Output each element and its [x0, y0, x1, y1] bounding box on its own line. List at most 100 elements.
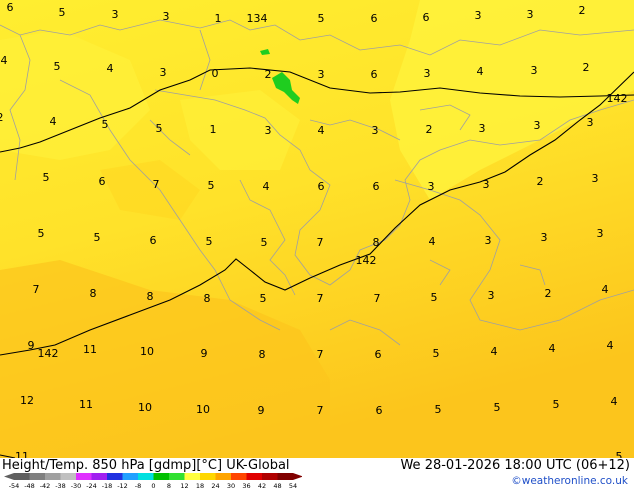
temperature-label: 4 — [318, 124, 325, 137]
temperature-label: 5 — [553, 398, 560, 411]
temperature-label: 6 — [423, 11, 430, 24]
temperature-label: 4 — [50, 115, 57, 128]
weather-map: 6533156633245430236343224551343233356754… — [0, 0, 634, 463]
temperature-label: 9 — [28, 339, 35, 352]
scale-tick-label: 30 — [227, 482, 235, 490]
scale-swatch — [14, 473, 30, 480]
temperature-label: 7 — [317, 236, 324, 249]
temperature-label: 8 — [147, 290, 154, 303]
temperature-label: 8 — [90, 287, 97, 300]
temperature-label: 5 — [260, 292, 267, 305]
temperature-label: 4 — [607, 339, 614, 352]
temperature-label: 3 — [372, 124, 379, 137]
temperature-label: 3 — [527, 8, 534, 21]
temperature-label: 9 — [201, 347, 208, 360]
temperature-label: 4 — [1, 54, 8, 67]
temperature-label: 11 — [15, 450, 29, 458]
temperature-label: 3 — [534, 119, 541, 132]
scale-tick-label: 24 — [211, 482, 219, 490]
temperature-label: 3 — [112, 8, 119, 21]
color-scale-legend: -54 -48 -42 -38 -30 -24 -18 -12 -8 0 8 12 18 24 30 36 42… — [4, 473, 302, 490]
temperature-label: 5 — [43, 171, 50, 184]
temperature-label: 8 — [373, 236, 380, 249]
temperature-label: 4 — [549, 342, 556, 355]
scale-swatch — [107, 473, 123, 480]
temperature-label: 3 — [531, 64, 538, 77]
scale-arrow-left — [4, 473, 14, 480]
temperature-label: 5 — [318, 12, 325, 25]
scale-swatch — [215, 473, 231, 480]
scale-swatch — [184, 473, 200, 480]
temperature-label: 10 — [140, 345, 154, 358]
scale-tick-label: -18 — [102, 482, 113, 490]
contour-label: 134 — [247, 12, 268, 25]
temperature-label: 3 — [485, 234, 492, 247]
temperature-label: 8 — [259, 348, 266, 361]
scale-tick-label: -48 — [24, 482, 35, 490]
temperature-label: 3 — [265, 124, 272, 137]
scale-swatch — [200, 473, 216, 480]
temperature-label: 1 — [215, 12, 222, 25]
scale-tick-label: 42 — [258, 482, 266, 490]
scale-swatch — [262, 473, 278, 480]
temperature-label: 1 — [210, 123, 217, 136]
temperature-label: 2 — [537, 175, 544, 188]
temperature-label: 2 — [426, 123, 433, 136]
temperature-label: 9 — [258, 404, 265, 417]
temperature-label: 4 — [491, 345, 498, 358]
temperature-label: 5 — [94, 231, 101, 244]
temperature-label: 3 — [587, 116, 594, 129]
temperature-label: 3 — [592, 172, 599, 185]
scale-arrow-right — [293, 473, 302, 480]
temperature-label: 6 — [318, 180, 325, 193]
temperature-label: 5 — [435, 403, 442, 416]
temperature-label: 6 — [375, 348, 382, 361]
temperature-label: 6 — [371, 12, 378, 25]
temperature-label: 10 — [138, 401, 152, 414]
temperature-label: 6 — [99, 175, 106, 188]
temperature-label: 12 — [20, 394, 34, 407]
temperature-label: 3 — [483, 178, 490, 191]
temperature-label: 5 — [494, 401, 501, 414]
scale-swatch — [138, 473, 154, 480]
temperature-label: 3 — [163, 10, 170, 23]
temperature-label: 6 — [7, 1, 14, 14]
temperature-label: 5 — [54, 60, 61, 73]
scale-tick-label: -38 — [55, 482, 66, 490]
temperature-label: 3 — [479, 122, 486, 135]
temperature-label: 3 — [318, 68, 325, 81]
scale-swatch — [91, 473, 107, 480]
temperature-label: 2 — [0, 111, 4, 124]
scale-swatch — [246, 473, 262, 480]
scale-swatch — [231, 473, 247, 480]
scale-tick-label: 8 — [167, 482, 171, 490]
temperature-label: 3 — [475, 9, 482, 22]
scale-tick-label: 18 — [196, 482, 204, 490]
temperature-label: 0 — [212, 67, 219, 80]
scale-tick-label: -8 — [135, 482, 141, 490]
temperature-label: 5 — [616, 450, 623, 458]
temperature-label: 7 — [317, 404, 324, 417]
scale-swatch — [29, 473, 45, 480]
temperature-label: 7 — [317, 292, 324, 305]
temperature-label: 5 — [102, 118, 109, 131]
scale-tick-label: -24 — [86, 482, 97, 490]
scale-tick-label: 48 — [273, 482, 281, 490]
site-credit[interactable]: ©weatheronline.co.uk — [511, 475, 628, 487]
temperature-label: 7 — [33, 283, 40, 296]
temperature-label: 7 — [153, 178, 160, 191]
temperature-label: 3 — [597, 227, 604, 240]
temperature-label: 3 — [488, 289, 495, 302]
contour-label: 142 — [38, 347, 59, 360]
scale-swatch — [76, 473, 92, 480]
scale-swatch — [45, 473, 61, 480]
scale-tick-label: -42 — [40, 482, 51, 490]
temperature-label: 6 — [376, 404, 383, 417]
temperature-label: 4 — [611, 395, 618, 408]
scale-tick-label: -30 — [71, 482, 82, 490]
scale-swatch — [153, 473, 169, 480]
temperature-label: 4 — [602, 283, 609, 296]
temperature-label: 3 — [428, 180, 435, 193]
map-canvas: 6533156633245430236343224551343233356754… — [0, 0, 634, 463]
temperature-label: 2 — [579, 4, 586, 17]
